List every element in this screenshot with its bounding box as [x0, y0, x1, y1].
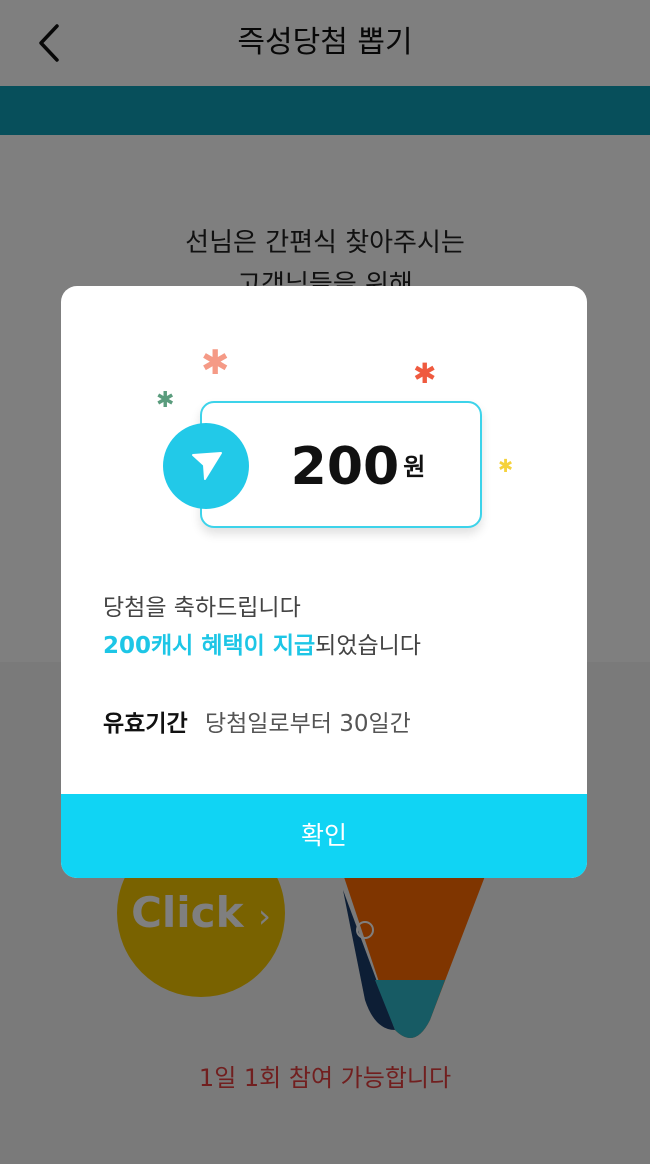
validity-value: 당첨일로부터 30일간 [204, 711, 411, 737]
validity-row: 유효기간 당첨일로부터 30일간 [103, 704, 411, 738]
confirm-button[interactable]: 확인 [61, 794, 587, 878]
prize-amount: 200 [290, 437, 400, 497]
congrats-message: 당첨을 축하드립니다 [103, 595, 301, 621]
cash-badge [163, 423, 249, 509]
win-result-modal: ✱ ✱ ✱ ✱ 200 원 당첨을 축하드립니다 200캐시 혜택이 지급되었습니… [61, 286, 587, 878]
sparkle-icon: ✱ [413, 357, 437, 390]
prize-unit: 원 [403, 453, 426, 481]
sparkle-icon: ✱ [156, 388, 175, 413]
benefit-message: 200캐시 혜택이 지급되었습니다 [103, 626, 421, 660]
validity-label: 유효기간 [103, 711, 188, 737]
paper-plane-icon [192, 452, 222, 480]
sparkle-icon: ✱ [201, 343, 230, 383]
confirm-button-label: 확인 [300, 821, 347, 850]
benefit-rest: 되었습니다 [315, 633, 421, 659]
sparkle-icon: ✱ [498, 456, 514, 477]
benefit-highlight: 200캐시 혜택이 지급 [103, 633, 316, 659]
